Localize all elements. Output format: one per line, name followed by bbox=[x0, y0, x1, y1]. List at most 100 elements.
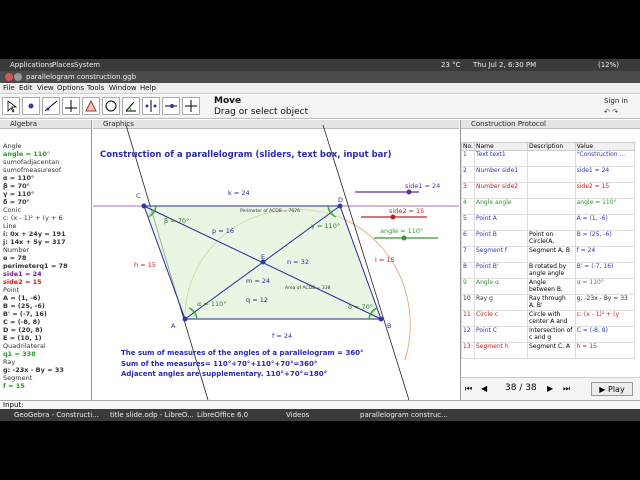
task-videos[interactable]: Videos bbox=[286, 411, 309, 419]
algebra-row[interactable]: f = 15 bbox=[3, 382, 25, 390]
col-value[interactable]: Value bbox=[574, 142, 636, 151]
algebra-row[interactable]: i: 0x + 24y = 191 bbox=[3, 230, 66, 238]
clock[interactable]: Thu Jul 2, 6:30 PM bbox=[473, 61, 536, 69]
point-C[interactable] bbox=[141, 203, 147, 209]
algebra-row[interactable]: C = (-8, 8) bbox=[3, 318, 40, 326]
algebra-row[interactable]: sumofadjacentan bbox=[3, 158, 59, 166]
protocol-cell-no: 2 bbox=[461, 166, 475, 183]
sign-in-button[interactable]: Sign in bbox=[604, 97, 628, 105]
menu-file[interactable]: File bbox=[3, 84, 15, 92]
algebra-row[interactable]: B' = (-7, 16) bbox=[3, 310, 47, 318]
col-description[interactable]: Description bbox=[527, 142, 576, 151]
menu-edit[interactable]: Edit bbox=[19, 84, 33, 92]
algebra-row[interactable]: Segment bbox=[3, 374, 32, 382]
algebra-row[interactable]: perimeterq1 = 78 bbox=[3, 262, 68, 270]
close-window-icon[interactable] bbox=[5, 73, 13, 81]
first-step-icon[interactable]: ⏮ bbox=[465, 384, 472, 394]
task-title-slide[interactable]: title slide.odp - LibreO... bbox=[110, 411, 194, 419]
protocol-row[interactable]: 7 Segment f Segment A, Bf = 24 bbox=[461, 246, 636, 263]
slider-side1-knob[interactable] bbox=[406, 189, 412, 195]
point-D[interactable] bbox=[337, 203, 343, 209]
algebra-row[interactable]: E = (10, 1) bbox=[3, 334, 42, 342]
protocol-row[interactable]: 9 Angle α Angle between B, α = 110° bbox=[461, 278, 636, 295]
col-no[interactable]: No. bbox=[461, 142, 475, 151]
point-tool-icon[interactable] bbox=[22, 97, 40, 115]
task-geogebra[interactable]: GeoGebra - Constructi... bbox=[14, 411, 99, 419]
algebra-row[interactable]: δ = 70° bbox=[3, 198, 30, 206]
protocol-row[interactable]: 2 Number side1 side1 = 24 bbox=[461, 166, 636, 183]
protocol-row[interactable]: 3 Number side2 side2 = 15 bbox=[461, 182, 636, 199]
menu-help[interactable]: Help bbox=[140, 84, 156, 92]
algebra-row[interactable]: Point bbox=[3, 286, 19, 294]
minimize-window-icon[interactable] bbox=[14, 73, 22, 81]
algebra-row[interactable]: angle = 110° bbox=[3, 150, 50, 158]
bottom-black-border bbox=[0, 421, 640, 480]
protocol-row[interactable]: 11 Circle c Circle with center A and c: (x … bbox=[461, 310, 636, 327]
algebra-row[interactable]: Number bbox=[3, 246, 29, 254]
prev-step-icon[interactable]: ◀ bbox=[481, 384, 487, 393]
algebra-row[interactable]: Quadrilateral bbox=[3, 342, 46, 350]
perpendicular-tool-icon[interactable] bbox=[62, 97, 80, 115]
places-menu[interactable]: Places bbox=[52, 61, 74, 69]
task-libreoffice[interactable]: LibreOffice 6.0 bbox=[197, 411, 248, 419]
circle-tool-icon[interactable] bbox=[102, 97, 120, 115]
menu-view[interactable]: View bbox=[37, 84, 54, 92]
slider-tool-icon[interactable] bbox=[162, 97, 180, 115]
protocol-row[interactable]: 5 Point A A = (1, -6) bbox=[461, 214, 636, 231]
geometry-canvas[interactable] bbox=[93, 120, 459, 400]
algebra-row[interactable]: g: -23x - By = 33 bbox=[3, 366, 64, 374]
algebra-row[interactable]: Ray bbox=[3, 358, 15, 366]
angle-tool-icon[interactable] bbox=[122, 97, 140, 115]
last-step-icon[interactable]: ⏭ bbox=[563, 384, 570, 394]
task-parallelogram[interactable]: parallelogram construc... bbox=[360, 411, 448, 419]
algebra-row[interactable]: sumofmeasuresof bbox=[3, 166, 61, 174]
label-m: m = 24 bbox=[246, 277, 271, 285]
label-gamma: γ = 110° bbox=[311, 222, 341, 230]
protocol-row[interactable]: 6 Point B Point on Circle(A, B = (25, -6) bbox=[461, 230, 636, 247]
system-menu[interactable]: System bbox=[74, 61, 100, 69]
algebra-row[interactable]: D = (20, 8) bbox=[3, 326, 43, 334]
algebra-row[interactable]: A = (1, -6) bbox=[3, 294, 40, 302]
algebra-row[interactable]: q1 = 338 bbox=[3, 350, 36, 358]
protocol-row[interactable]: 12 Point C Intersection of c and gC = (-8,… bbox=[461, 326, 636, 343]
graphics-view[interactable]: Graphics Construction of a parallelogram… bbox=[93, 120, 459, 400]
col-name[interactable]: Name bbox=[473, 142, 529, 151]
algebra-row[interactable]: Line bbox=[3, 222, 17, 230]
algebra-row[interactable]: j: 14x + 5y = 317 bbox=[3, 238, 66, 246]
protocol-row[interactable]: 4 Angle angle angle = 110° bbox=[461, 198, 636, 215]
next-step-icon[interactable]: ▶ bbox=[547, 384, 553, 393]
input-bar[interactable]: Input: bbox=[0, 400, 640, 409]
menu-window[interactable]: Window bbox=[109, 84, 137, 92]
algebra-row[interactable]: c: (x - 1)² + (y + 6 bbox=[3, 214, 63, 222]
algebra-row[interactable]: B = (25, -6) bbox=[3, 302, 45, 310]
move-view-tool-icon[interactable] bbox=[182, 97, 200, 115]
algebra-row[interactable]: side1 = 24 bbox=[3, 270, 42, 278]
point-A[interactable] bbox=[182, 316, 188, 322]
menu-tools[interactable]: Tools bbox=[87, 84, 104, 92]
algebra-row[interactable]: γ = 110° bbox=[3, 190, 34, 198]
play-button[interactable]: ▶ Play bbox=[591, 382, 633, 396]
line-tool-icon[interactable] bbox=[42, 97, 60, 115]
protocol-row[interactable]: 1 Text text1 "Construction ... bbox=[461, 150, 636, 167]
algebra-row[interactable]: β = 70° bbox=[3, 182, 30, 190]
algebra-row[interactable]: Conic bbox=[3, 206, 21, 214]
move-tool-icon[interactable] bbox=[2, 97, 20, 115]
algebra-row[interactable]: Angle bbox=[3, 142, 22, 150]
algebra-row[interactable]: e = 78 bbox=[3, 254, 26, 262]
slider-angle-knob[interactable] bbox=[401, 235, 407, 241]
protocol-cell-name: Segment f bbox=[473, 246, 529, 263]
protocol-cell-no: 8 bbox=[461, 262, 475, 279]
undo-redo-icons[interactable]: ↶ ↷ bbox=[604, 108, 618, 116]
polygon-tool-icon[interactable] bbox=[82, 97, 100, 115]
applications-menu[interactable]: Applications bbox=[10, 61, 53, 69]
slider-side2-knob[interactable] bbox=[390, 214, 396, 220]
protocol-row[interactable]: 10 Ray g Ray through A, B' g: -23x - By = 3… bbox=[461, 294, 636, 311]
protocol-row[interactable]: 13 Segment h Segment C, Ah = 15 bbox=[461, 342, 636, 359]
algebra-row[interactable]: side2 = 15 bbox=[3, 278, 42, 286]
point-B[interactable] bbox=[378, 316, 384, 322]
reflect-tool-icon[interactable] bbox=[142, 97, 160, 115]
algebra-row[interactable]: α = 110° bbox=[3, 174, 34, 182]
menu-options[interactable]: Options bbox=[57, 84, 84, 92]
protocol-row[interactable]: 8 Point B' B rotated by angle angle B' = (-… bbox=[461, 262, 636, 279]
note-line-3: Adjacent angles are supplementary. 110°+… bbox=[121, 370, 328, 378]
